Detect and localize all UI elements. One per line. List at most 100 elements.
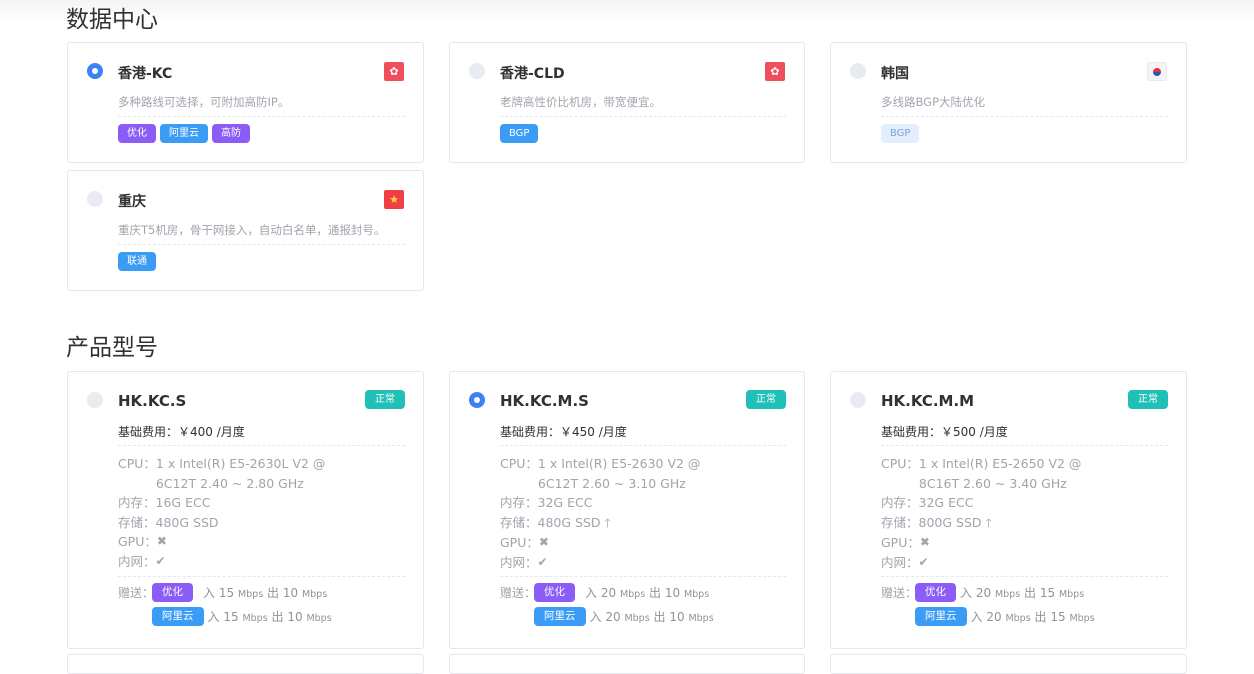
bandwidth: 入 20 Mbps 出 15 Mbps [960,586,1085,600]
kr-flag-icon [1147,62,1167,81]
section-title-datacenter: 数据中心 [66,7,158,33]
product-name: HK.KC.M.M [881,392,975,410]
spec-gpu: GPU： ✖ [118,532,358,552]
spec-list: CPU： 1 x Intel(R) E5-2630L V2 @ 6C12T 2.4… [118,454,358,571]
divider [118,576,405,577]
divider [881,445,1168,446]
bandwidth: 入 20 Mbps 出 15 Mbps [970,610,1095,624]
spec-list: CPU： 1 x Intel(R) E5-2630 V2 @ 6C12T 2.60… [500,454,740,572]
section-title-product: 产品型号 [66,335,158,361]
divider [500,576,786,577]
hk-flag-icon: ✿ [384,62,404,81]
datacenter-name: 香港-KC [118,66,173,82]
spec-lan: 内网： ✔ [118,552,358,572]
product-name: HK.KC.S [118,392,187,410]
spec-cpu: CPU： 1 x Intel(R) E5-2630 V2 @ 6C12T 2.60… [500,456,701,491]
tag-aliyun: 阿里云 [152,607,204,626]
radio-unselected[interactable] [87,191,103,207]
radio-unselected[interactable] [469,63,485,79]
base-fee: 基础费用：￥400 /月度 [118,425,245,439]
spec-storage: 存储： 800G SSD 🡑 [881,514,992,530]
base-fee: 基础费用：￥450 /月度 [500,425,627,439]
divider [500,116,786,117]
datacenter-card-korea[interactable]: 韩国 多线路BGP大陆优化 BGP [830,42,1187,163]
datacenter-name: 香港-CLD [500,66,565,82]
status-badge: 正常 [365,390,405,409]
gift-row-aliyun: 阿里云 入 20 Mbps 出 15 Mbps [881,607,1095,626]
datacenter-card-chongqing[interactable]: 重庆 ★ 重庆T5机房，骨干网接入，自动白名单，通报封号。 联通 [67,170,424,291]
tag-optimized: 优化 [534,583,575,602]
arrow-up-icon: 🡑 [604,515,611,530]
status-badge: 正常 [1128,390,1168,409]
gift-row-optimized: 赠送： 优化 入 15 Mbps 出 10 Mbps [118,583,327,602]
check-icon: ✔ [155,553,166,568]
bandwidth: 入 20 Mbps 出 10 Mbps [585,586,710,600]
radio-unselected[interactable] [850,392,866,408]
tag-unicom: 联通 [118,252,156,271]
radio-selected[interactable] [469,392,485,408]
cross-icon: ✖ [156,534,167,548]
product-card-hk-kc-s[interactable]: HK.KC.S 正常 基础费用：￥400 /月度 CPU： 1 x Intel(R… [67,371,424,649]
divider [881,116,1168,117]
cross-icon: ✖ [919,535,930,549]
datacenter-name: 重庆 [118,194,146,210]
check-icon: ✔ [918,554,929,569]
spec-cpu: CPU： 1 x Intel(R) E5-2650 V2 @ 8C16T 2.60… [881,456,1082,491]
base-fee: 基础费用：￥500 /月度 [881,425,1008,439]
divider [118,116,405,117]
tag-list: BGP [881,124,920,143]
tag-list: 优化 阿里云 高防 [118,124,250,143]
status-badge: 正常 [746,390,786,409]
cross-icon: ✖ [538,535,549,549]
tag-list: 联通 [118,252,156,271]
datacenter-desc: 多线路BGP大陆优化 [881,95,986,109]
spec-list: CPU： 1 x Intel(R) E5-2650 V2 @ 8C16T 2.60… [881,454,1121,572]
spec-cpu: CPU： 1 x Intel(R) E5-2630L V2 @ 6C12T 2.4… [118,456,326,491]
radio-selected[interactable] [87,63,103,79]
spec-gpu: GPU： ✖ [881,533,1121,553]
gift-row-aliyun: 阿里云 入 20 Mbps 出 10 Mbps [500,607,714,626]
product-name: HK.KC.M.S [500,392,589,410]
product-card-hk-kc-m-s[interactable]: HK.KC.M.S 正常 基础费用：￥450 /月度 CPU： 1 x Intel… [449,371,805,649]
divider [500,445,786,446]
spec-storage: 存储： 480G SSD [118,514,219,530]
hk-flag-icon: ✿ [765,62,785,81]
spec-lan: 内网： ✔ [881,553,1121,573]
check-icon: ✔ [537,554,548,569]
datacenter-desc: 重庆T5机房，骨干网接入，自动白名单，通报封号。 [118,223,386,237]
gift-row-aliyun: 阿里云 入 15 Mbps 出 10 Mbps [118,607,332,626]
radio-unselected[interactable] [850,63,866,79]
bandwidth: 入 15 Mbps 出 10 Mbps [207,610,332,624]
divider [881,576,1168,577]
tag-optimized: 优化 [118,124,156,143]
spec-storage: 存储： 480G SSD 🡑 [500,514,611,530]
bandwidth: 入 15 Mbps 出 10 Mbps [203,586,328,600]
product-card-next[interactable] [830,654,1187,674]
divider [118,445,405,446]
product-card-next[interactable] [449,654,805,674]
top-shadow [0,0,1254,22]
spec-lan: 内网： ✔ [500,553,740,573]
product-card-hk-kc-m-m[interactable]: HK.KC.M.M 正常 基础费用：￥500 /月度 CPU： 1 x Intel… [830,371,1187,649]
spec-gpu: GPU： ✖ [500,533,740,553]
tag-bgp: BGP [881,124,920,143]
tag-aliyun: 阿里云 [915,607,967,626]
spec-ram: 内存： 32G ECC [881,495,974,510]
tag-bgp: BGP [500,124,539,143]
datacenter-desc: 多种路线可选择，可附加高防IP。 [118,95,290,109]
product-card-next[interactable] [67,654,424,674]
tag-aliyun: 阿里云 [534,607,586,626]
spec-ram: 内存： 16G ECC [118,495,211,510]
cn-flag-icon: ★ [384,190,404,209]
datacenter-card-hk-cld[interactable]: 香港-CLD ✿ 老牌高性价比机房，带宽便宜。 BGP [449,42,805,163]
gift-row-optimized: 赠送： 优化 入 20 Mbps 出 10 Mbps [500,583,709,602]
tag-aliyun: 阿里云 [160,124,208,143]
tag-optimized: 优化 [152,583,193,602]
arrow-up-icon: 🡑 [985,515,992,530]
datacenter-card-hk-kc[interactable]: 香港-KC ✿ 多种路线可选择，可附加高防IP。 优化 阿里云 高防 [67,42,424,163]
datacenter-desc: 老牌高性价比机房，带宽便宜。 [500,95,661,109]
tag-list: BGP [500,124,539,143]
spec-ram: 内存： 32G ECC [500,495,593,510]
radio-unselected[interactable] [87,392,103,408]
datacenter-name: 韩国 [881,66,909,82]
